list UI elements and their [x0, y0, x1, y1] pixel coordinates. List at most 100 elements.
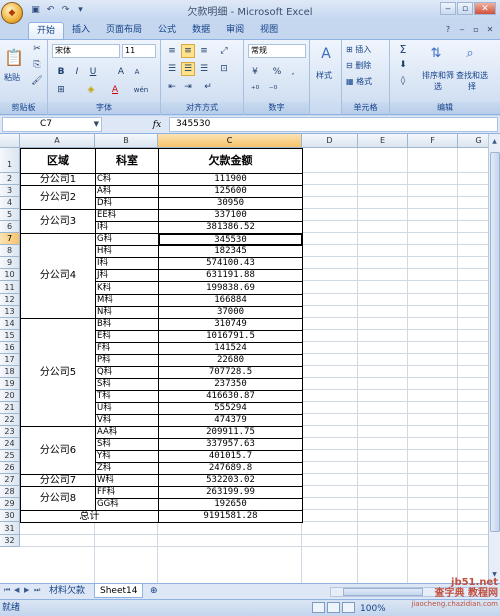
orientation-icon[interactable]: ⤢	[217, 44, 231, 58]
help-icon[interactable]: ?	[442, 23, 454, 35]
delete-cells-button[interactable]: ⊟ 删除	[346, 60, 371, 71]
row-header-7[interactable]: 7	[0, 233, 20, 245]
align-bottom-icon[interactable]: ≡	[197, 44, 211, 58]
row-header-32[interactable]: 32	[0, 535, 20, 547]
page-break-view-icon[interactable]	[342, 602, 355, 613]
last-sheet-icon[interactable]: ⏭	[34, 586, 40, 595]
percent-button[interactable]: %	[270, 65, 284, 79]
row-header-27[interactable]: 27	[0, 474, 20, 486]
shrink-font-button[interactable]: A	[130, 65, 144, 79]
row-header-23[interactable]: 23	[0, 426, 20, 438]
font-name-select[interactable]: 宋体	[52, 44, 120, 58]
increase-decimal-icon[interactable]: ⁺⁰	[248, 83, 262, 97]
next-sheet-icon[interactable]: ▶	[24, 586, 29, 594]
tab-page-layout[interactable]: 页面布局	[98, 22, 150, 39]
column-header-f[interactable]: F	[408, 134, 458, 148]
region-cell[interactable]: 分公司4	[20, 233, 96, 319]
cut-icon[interactable]: ✂	[30, 42, 44, 56]
zoom-level[interactable]: 100%	[360, 601, 386, 616]
qat-dropdown-icon[interactable]: ▾	[74, 4, 87, 17]
scroll-thumb[interactable]	[490, 152, 500, 532]
insert-cells-button[interactable]: ⊞ 插入	[346, 44, 371, 55]
undo-icon[interactable]: ↶	[44, 4, 57, 17]
italic-button[interactable]: I	[70, 65, 84, 79]
row-header-13[interactable]: 13	[0, 306, 20, 318]
row-header-20[interactable]: 20	[0, 390, 20, 402]
row-header-22[interactable]: 22	[0, 414, 20, 426]
save-icon[interactable]: ▣	[29, 4, 42, 17]
region-cell[interactable]: 分公司2	[20, 185, 96, 210]
currency-icon[interactable]: ¥	[248, 65, 262, 79]
normal-view-icon[interactable]	[312, 602, 325, 613]
align-center-icon[interactable]: ☰	[181, 62, 195, 76]
align-left-icon[interactable]: ☰	[165, 62, 179, 76]
paste-label[interactable]: 粘贴	[4, 72, 20, 83]
amount-cell[interactable]: 199838.69	[158, 281, 303, 295]
row-header-10[interactable]: 10	[0, 269, 20, 281]
ribbon-minimize-icon[interactable]: ‒	[456, 23, 468, 35]
styles-label[interactable]: 样式	[316, 70, 332, 81]
region-cell[interactable]: 分公司5	[20, 318, 96, 427]
tab-formulas[interactable]: 公式	[150, 22, 184, 39]
font-size-select[interactable]: 11	[122, 44, 156, 58]
merge-center-icon[interactable]: ⊡	[217, 62, 231, 76]
row-header-11[interactable]: 11	[0, 281, 20, 294]
dept-cell[interactable]: K科	[95, 281, 159, 295]
sheet-tab-materials[interactable]: 材料欠款	[44, 584, 90, 598]
row-header-30[interactable]: 30	[0, 510, 20, 522]
row-header-17[interactable]: 17	[0, 354, 20, 366]
row-header-24[interactable]: 24	[0, 438, 20, 450]
borders-icon[interactable]: ⊞	[54, 83, 68, 97]
grow-font-button[interactable]: A	[114, 65, 128, 79]
comma-button[interactable]: ,	[286, 65, 300, 79]
name-box-dropdown-icon[interactable]: ▼	[94, 118, 99, 131]
tab-insert[interactable]: 插入	[64, 22, 98, 39]
align-top-icon[interactable]: ≡	[165, 44, 179, 58]
tab-view[interactable]: 视图	[252, 22, 286, 39]
row-header-3[interactable]: 3	[0, 185, 20, 197]
row-header-2[interactable]: 2	[0, 173, 20, 185]
row-header-6[interactable]: 6	[0, 221, 20, 233]
vertical-scrollbar[interactable]: ▲ ▼	[488, 134, 500, 583]
row-header-15[interactable]: 15	[0, 330, 20, 342]
header-cell-dept[interactable]: 科室	[95, 148, 159, 174]
tab-data[interactable]: 数据	[184, 22, 218, 39]
align-right-icon[interactable]: ☰	[197, 62, 211, 76]
find-select-label[interactable]: 查找和选择	[454, 70, 490, 92]
clear-icon[interactable]: ◊	[396, 74, 410, 88]
name-box[interactable]: C7 ▼	[2, 117, 102, 132]
redo-icon[interactable]: ↷	[59, 4, 72, 17]
decrease-indent-icon[interactable]: ⇤	[165, 80, 179, 94]
total-label-cell[interactable]: 总计	[20, 510, 159, 523]
row-header-12[interactable]: 12	[0, 294, 20, 306]
header-cell-region[interactable]: 区域	[20, 148, 96, 174]
minimize-button[interactable]: ‒	[440, 2, 456, 15]
ribbon-restore-icon[interactable]: ▫	[470, 23, 482, 35]
row-header-21[interactable]: 21	[0, 402, 20, 414]
ribbon-close-icon[interactable]: ✕	[484, 23, 496, 35]
row-header-29[interactable]: 29	[0, 498, 20, 510]
row-header-31[interactable]: 31	[0, 522, 20, 535]
column-header-b[interactable]: B	[95, 134, 158, 148]
region-cell[interactable]: 分公司6	[20, 426, 96, 475]
header-cell-amount[interactable]: 欠款金额	[158, 148, 303, 174]
column-header-e[interactable]: E	[358, 134, 408, 148]
font-color-button[interactable]: A	[108, 83, 122, 97]
bold-button[interactable]: B	[54, 65, 68, 79]
format-painter-icon[interactable]: 🖌	[30, 74, 44, 88]
column-header-a[interactable]: A	[20, 134, 95, 148]
sort-filter-icon[interactable]: ⇅	[426, 42, 446, 64]
select-all-corner[interactable]	[0, 134, 20, 148]
new-sheet-icon[interactable]: ⊕	[145, 584, 163, 598]
tab-home[interactable]: 开始	[28, 22, 65, 39]
find-select-icon[interactable]: ⌕	[460, 42, 480, 64]
column-header-c[interactable]: C	[158, 134, 302, 148]
wrap-text-icon[interactable]: ↵	[201, 80, 215, 94]
page-layout-view-icon[interactable]	[327, 602, 340, 613]
close-button[interactable]: ✕	[474, 2, 496, 15]
align-middle-icon[interactable]: ≡	[181, 44, 195, 58]
row-header-9[interactable]: 9	[0, 257, 20, 269]
scroll-up-icon[interactable]: ▲	[489, 136, 500, 148]
row-header-16[interactable]: 16	[0, 342, 20, 354]
sheet-tab-sheet14[interactable]: Sheet14	[94, 584, 144, 598]
